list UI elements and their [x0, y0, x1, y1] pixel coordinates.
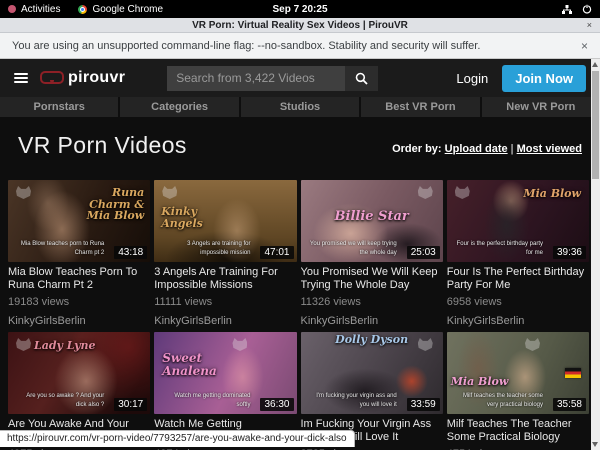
status-bar-url: https://pirouvr.com/vr-porn-video/779325…	[0, 430, 355, 447]
nav-item-new-vr-porn[interactable]: New VR Porn	[482, 97, 600, 117]
thumbnail-caption: Mia Blow teaches porn to Runa Charm pt 2	[14, 240, 104, 257]
chrome-infobar: You are using an unsupported command-lin…	[0, 33, 600, 59]
video-thumbnail[interactable]: Mia Blow Milf teaches the teacher some v…	[447, 332, 589, 414]
search-button[interactable]	[345, 66, 378, 91]
page-title: VR Porn Videos	[18, 132, 187, 159]
video-views: 11111 views	[154, 296, 296, 308]
thumbnail-caption: Watch me getting dominated softly	[160, 392, 250, 409]
studio-link[interactable]: KinkyGirlsBerlin	[301, 315, 443, 327]
order-by-separator: |	[511, 143, 514, 155]
thumbnail-overlay-title: Billie Star	[301, 210, 443, 224]
login-link[interactable]: Login	[456, 71, 488, 86]
order-by-upload-date-link[interactable]: Upload date	[445, 143, 508, 155]
power-tray-icon[interactable]	[582, 4, 592, 14]
scrollbar-down-icon[interactable]	[592, 442, 598, 447]
video-title-link[interactable]: Mia Blow Teaches Porn To Runa Charm Pt 2	[8, 266, 150, 291]
thumbnail-overlay-title: Kinky Angels	[161, 206, 231, 229]
video-thumbnail[interactable]: Lady Lyne Are you so awake ? And your di…	[8, 332, 150, 414]
video-card[interactable]: Mia Blow Milf teaches the teacher some v…	[447, 332, 589, 450]
video-card[interactable]: Billie Star You promised we will keep tr…	[301, 180, 443, 327]
thumbnail-caption: 3 Angels are training for impossible mis…	[160, 240, 250, 257]
infobar-message: You are using an unsupported command-lin…	[12, 40, 480, 52]
video-views: 11326 views	[301, 296, 443, 308]
search-bar	[167, 66, 378, 91]
video-card[interactable]: Runa Charm & Mia Blow Mia Blow teaches p…	[8, 180, 150, 327]
site-logo[interactable]: pirouvr	[40, 69, 125, 87]
video-card[interactable]: Mia Blow Four is the perfect birthday pa…	[447, 180, 589, 327]
studio-cat-logo-icon	[455, 186, 470, 199]
duration-badge: 47:01	[260, 246, 293, 259]
thumbnail-caption: Four is the perfect birthday party for m…	[453, 240, 543, 257]
duration-badge: 43:18	[114, 246, 147, 259]
video-thumbnail[interactable]: Dolly Dyson I'm fucking your virgin ass …	[301, 332, 443, 414]
thumbnail-overlay-title: Sweet Analena	[162, 352, 248, 377]
nav-item-categories[interactable]: Categories	[120, 97, 238, 117]
network-tray-icon[interactable]	[562, 5, 572, 14]
video-title-link[interactable]: Milf Teaches The Teacher Some Practical …	[447, 418, 589, 443]
nav-item-studios[interactable]: Studios	[241, 97, 359, 117]
studio-cat-logo-icon	[162, 186, 177, 199]
thumbnail-overlay-title: Runa Charm & Mia Blow	[72, 187, 144, 222]
page-content: pirouvr Login Join Now Pornstars Categor…	[0, 59, 600, 450]
studio-cat-logo-icon	[418, 186, 433, 199]
thumbnail-overlay-title: Dolly Dyson	[301, 334, 443, 346]
screen: Activities Google Chrome Sep 7 20:25 VR …	[0, 0, 600, 450]
join-now-button[interactable]: Join Now	[502, 65, 586, 92]
duration-badge: 39:36	[553, 246, 586, 259]
thumbnail-caption: You promised we will keep trying the who…	[307, 240, 397, 257]
studio-cat-logo-icon	[232, 338, 247, 351]
thumbnail-caption: Are you so awake ? And your dick also ?	[14, 392, 104, 409]
duration-badge: 25:03	[407, 246, 440, 259]
site-logo-text: pirouvr	[68, 69, 125, 87]
browser-tab-strip: VR Porn: Virtual Reality Sex Videos | Pi…	[0, 18, 600, 33]
scrollbar[interactable]	[591, 59, 600, 450]
main-nav: Pornstars Categories Studios Best VR Por…	[0, 97, 600, 117]
video-title-link[interactable]: Four Is The Perfect Birthday Party For M…	[447, 266, 589, 291]
video-views: 6958 views	[447, 296, 589, 308]
nav-item-pornstars[interactable]: Pornstars	[0, 97, 118, 117]
german-flag-icon	[565, 368, 581, 378]
duration-badge: 35:58	[553, 398, 586, 411]
video-thumbnail[interactable]: Billie Star You promised we will keep tr…	[301, 180, 443, 262]
video-thumbnail[interactable]: Mia Blow Four is the perfect birthday pa…	[447, 180, 589, 262]
search-input[interactable]	[167, 66, 345, 91]
clock[interactable]: Sep 7 20:25	[0, 4, 600, 15]
search-icon	[355, 72, 368, 85]
scrollbar-thumb[interactable]	[592, 71, 599, 179]
video-title-link[interactable]: You Promised We Will Keep Trying The Who…	[301, 266, 443, 291]
nav-item-best-vr-porn[interactable]: Best VR Porn	[361, 97, 479, 117]
studio-link[interactable]: KinkyGirlsBerlin	[447, 315, 589, 327]
duration-badge: 33:59	[407, 398, 440, 411]
video-grid: Runa Charm & Mia Blow Mia Blow teaches p…	[0, 180, 600, 450]
site-header: pirouvr Login Join Now	[0, 59, 600, 97]
thumbnail-overlay-title: Mia Blow	[451, 376, 509, 388]
infobar-close-icon[interactable]: ×	[581, 39, 588, 53]
video-title-link[interactable]: 3 Angels Are Training For Impossible Mis…	[154, 266, 296, 291]
video-thumbnail[interactable]: Runa Charm & Mia Blow Mia Blow teaches p…	[8, 180, 150, 262]
tab-title[interactable]: VR Porn: Virtual Reality Sex Videos | Pi…	[0, 20, 600, 31]
studio-link[interactable]: KinkyGirlsBerlin	[8, 315, 150, 327]
thumbnail-overlay-title: Lady Lyne	[34, 340, 96, 352]
tab-close-icon[interactable]: ×	[587, 20, 592, 30]
video-views: 19183 views	[8, 296, 150, 308]
order-by-label: Order by:	[392, 143, 442, 155]
vr-goggles-icon	[40, 71, 64, 85]
studio-cat-logo-icon	[16, 186, 31, 199]
studio-link[interactable]: KinkyGirlsBerlin	[154, 315, 296, 327]
video-thumbnail[interactable]: Kinky Angels 3 Angels are training for i…	[154, 180, 296, 262]
hamburger-menu-icon[interactable]	[14, 73, 28, 83]
video-thumbnail[interactable]: Sweet Analena Watch me getting dominated…	[154, 332, 296, 414]
order-by-controls: Order by: Upload date | Most viewed	[392, 143, 582, 159]
scrollbar-up-icon[interactable]	[592, 62, 598, 67]
duration-badge: 30:17	[114, 398, 147, 411]
system-top-bar: Activities Google Chrome Sep 7 20:25	[0, 0, 600, 18]
order-by-most-viewed-link[interactable]: Most viewed	[517, 143, 582, 155]
studio-cat-logo-icon	[525, 338, 540, 351]
thumbnail-caption: Milf teaches the teacher some very pract…	[453, 392, 543, 409]
video-card[interactable]: Kinky Angels 3 Angels are training for i…	[154, 180, 296, 327]
duration-badge: 36:30	[260, 398, 293, 411]
thumbnail-overlay-title: Mia Blow	[523, 188, 581, 200]
studio-cat-logo-icon	[16, 338, 31, 351]
thumbnail-caption: I'm fucking your virgin ass and you will…	[307, 392, 397, 409]
